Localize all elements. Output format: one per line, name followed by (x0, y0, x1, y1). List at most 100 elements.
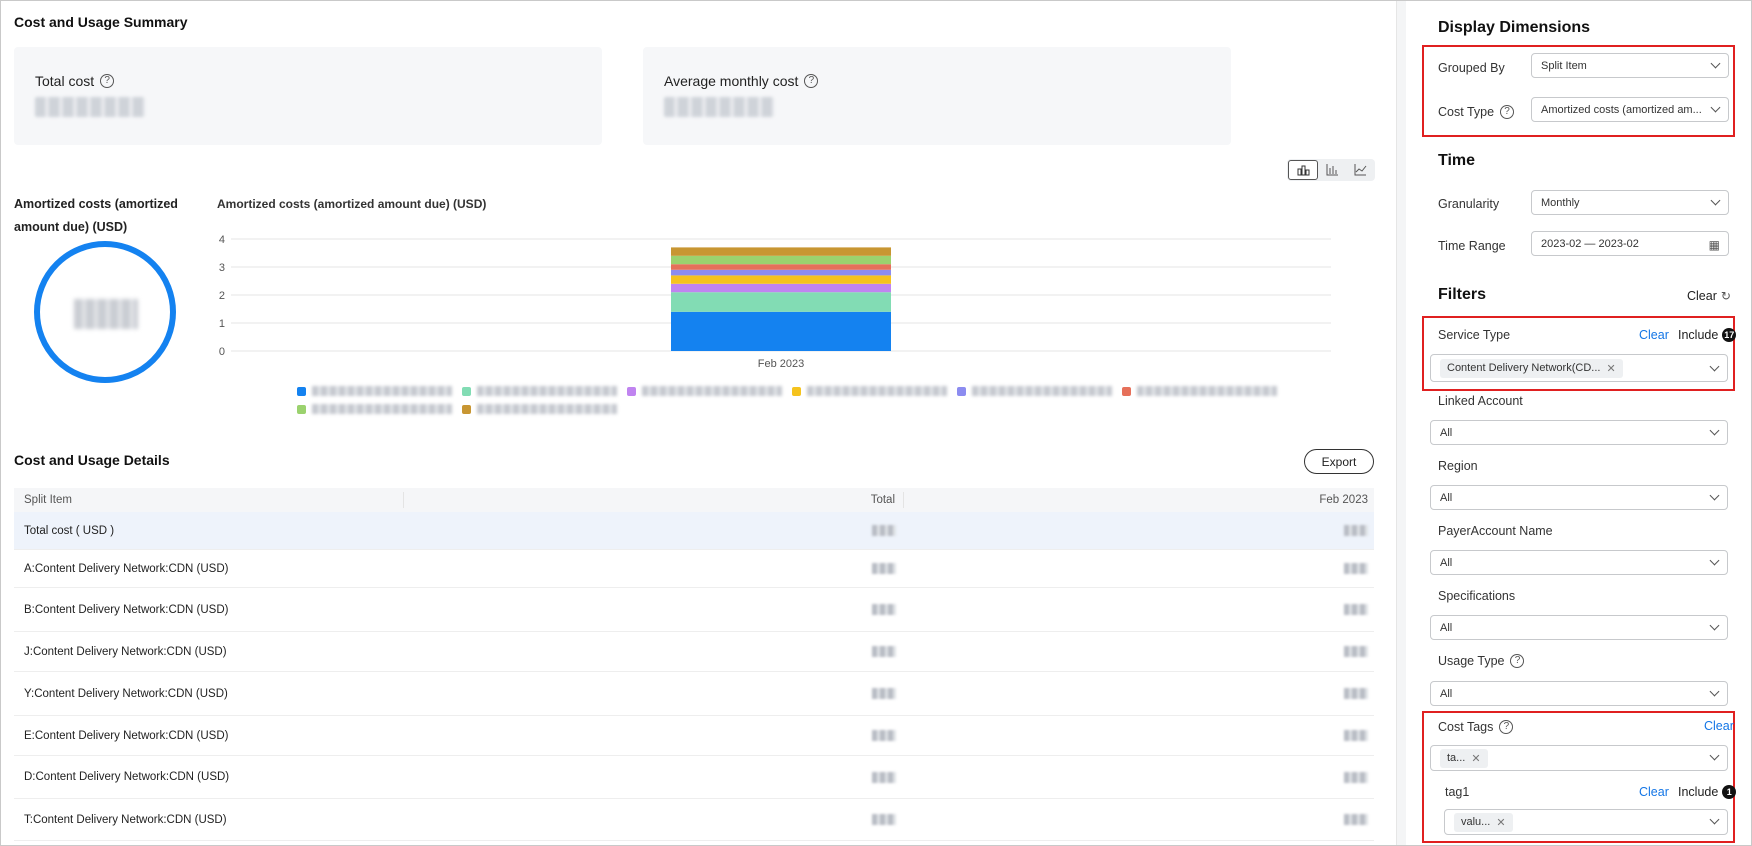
refresh-icon: ↻ (1720, 289, 1731, 303)
y-tick-label: 0 (219, 346, 225, 358)
bar-segment[interactable] (671, 247, 891, 256)
region-select[interactable]: All (1430, 485, 1728, 510)
bar-segment[interactable] (671, 264, 891, 270)
granularity-value: Monthly (1541, 196, 1580, 209)
cell-value-blurred (1344, 814, 1368, 825)
time-range-picker[interactable]: 2023-02 — 2023-02 ▦ (1531, 231, 1729, 256)
table-row: A:Content Delivery Network:CDN (USD) (14, 550, 1374, 588)
granularity-label: Granularity (1438, 197, 1500, 211)
tag1-label: tag1 (1445, 785, 1470, 799)
granularity-select[interactable]: Monthly (1531, 190, 1729, 215)
row-label: A:Content Delivery Network:CDN (USD) (24, 562, 229, 575)
cell-value-blurred (872, 730, 896, 741)
row-label: B:Content Delivery Network:CDN (USD) (24, 603, 229, 616)
legend-item[interactable] (957, 386, 1112, 396)
help-icon[interactable]: ? (100, 74, 115, 88)
tag1-clear-link[interactable]: Clear (1639, 785, 1669, 799)
cell-value-blurred (872, 771, 896, 783)
cell-value-blurred (872, 525, 896, 536)
cost-tags-select[interactable]: ta... ✕ (1430, 745, 1728, 771)
column-header-feb-2023[interactable]: Feb 2023 (904, 494, 1374, 506)
bar-segment[interactable] (671, 283, 891, 293)
usage-type-select[interactable]: All (1430, 681, 1728, 706)
help-icon[interactable]: ? (1510, 654, 1525, 668)
bar-segment[interactable] (671, 292, 891, 312)
column-header-total[interactable]: Total (404, 492, 904, 508)
legend-item[interactable] (297, 404, 452, 414)
legend-item[interactable] (462, 386, 617, 396)
cell-value-blurred (872, 563, 896, 574)
total-cost-label: Total cost (35, 73, 95, 89)
cell-value-blurred (872, 688, 896, 699)
donut-value-blurred (74, 299, 138, 329)
table-row: E:Content Delivery Network:CDN (USD) (14, 716, 1374, 756)
chart-line-icon[interactable] (1346, 160, 1374, 180)
cost-tags-clear-link[interactable]: Clear (1704, 719, 1734, 733)
column-header-split-item[interactable]: Split Item (14, 492, 404, 508)
help-icon[interactable]: ? (1499, 720, 1514, 734)
filters-clear-label: Clear (1687, 289, 1717, 303)
bar-segment[interactable] (671, 255, 891, 265)
service-type-clear-link[interactable]: Clear (1639, 328, 1669, 342)
table-header: Split Item Total Feb 2023 (14, 488, 1374, 512)
calendar-icon: ▦ (1708, 238, 1720, 252)
service-type-include[interactable]: Include 17 (1678, 328, 1737, 342)
cost-tags-chip[interactable]: ta... ✕ (1440, 748, 1488, 768)
help-icon[interactable]: ? (804, 74, 819, 88)
legend-item[interactable] (462, 404, 617, 414)
close-icon[interactable]: ✕ (1606, 362, 1615, 375)
payer-account-select[interactable]: All (1430, 550, 1728, 575)
highlight-box (1422, 45, 1735, 137)
usage-type-label: Usage Type (1438, 654, 1505, 668)
cell-value-blurred (872, 646, 896, 657)
table-row: B:Content Delivery Network:CDN (USD) (14, 588, 1374, 632)
cost-tags-label-row: Cost Tags ? (1438, 720, 1514, 734)
row-label: Total cost ( USD ) (24, 524, 115, 537)
average-monthly-cost-label: Average monthly cost (664, 73, 799, 89)
panel-divider (1396, 1, 1406, 845)
cell-value-blurred (1344, 771, 1368, 783)
legend-item[interactable] (297, 386, 452, 396)
service-type-label: Service Type (1438, 328, 1511, 342)
y-tick-label: 3 (219, 262, 225, 274)
bar-segment[interactable] (671, 311, 891, 351)
cell-value-blurred (1344, 604, 1368, 615)
filters-clear-all[interactable]: Clear ↻ (1687, 289, 1731, 303)
row-label: Y:Content Delivery Network:CDN (USD) (24, 687, 228, 700)
chart-bar-icon[interactable] (1318, 160, 1346, 180)
total-cost-value-blurred (35, 97, 145, 117)
cell-value-blurred (1344, 563, 1368, 574)
close-icon[interactable]: ✕ (1471, 752, 1480, 765)
tag1-value-select[interactable]: valu... ✕ (1444, 809, 1728, 835)
chevron-down-icon (1709, 750, 1720, 761)
cell-value-blurred (872, 604, 896, 615)
bar-segment[interactable] (671, 275, 891, 284)
bar-segment[interactable] (671, 269, 891, 276)
cell-value-blurred (1344, 646, 1368, 657)
cell-value-blurred (1344, 688, 1368, 699)
table-row: Y:Content Delivery Network:CDN (USD) (14, 672, 1374, 716)
export-button[interactable]: Export (1304, 449, 1374, 474)
total-cost-card: Total cost ? (14, 47, 602, 145)
legend-item[interactable] (1122, 386, 1277, 396)
linked-account-select[interactable]: All (1430, 420, 1728, 445)
display-dimensions-title: Display Dimensions (1438, 19, 1591, 36)
y-tick-label: 1 (219, 318, 225, 330)
tag1-chip[interactable]: valu... ✕ (1454, 812, 1513, 832)
service-type-chip[interactable]: Content Delivery Network(CD... ✕ (1440, 358, 1623, 378)
time-title: Time (1438, 152, 1476, 169)
tag1-include[interactable]: Include 1 (1678, 785, 1737, 799)
close-icon[interactable]: ✕ (1496, 816, 1505, 829)
legend-item[interactable] (792, 386, 947, 396)
count-badge: 1 (1722, 785, 1737, 799)
average-monthly-cost-value-blurred (664, 97, 774, 117)
service-type-select[interactable]: Content Delivery Network(CD... ✕ (1430, 354, 1728, 382)
time-range-label: Time Range (1438, 239, 1506, 253)
include-label: Include (1678, 785, 1719, 799)
chart-pie-icon[interactable] (1288, 160, 1318, 180)
specifications-select[interactable]: All (1430, 615, 1728, 640)
chevron-down-icon (1709, 686, 1720, 697)
cell-value-blurred (1344, 525, 1368, 536)
count-badge: 17 (1722, 328, 1737, 342)
legend-item[interactable] (627, 386, 782, 396)
